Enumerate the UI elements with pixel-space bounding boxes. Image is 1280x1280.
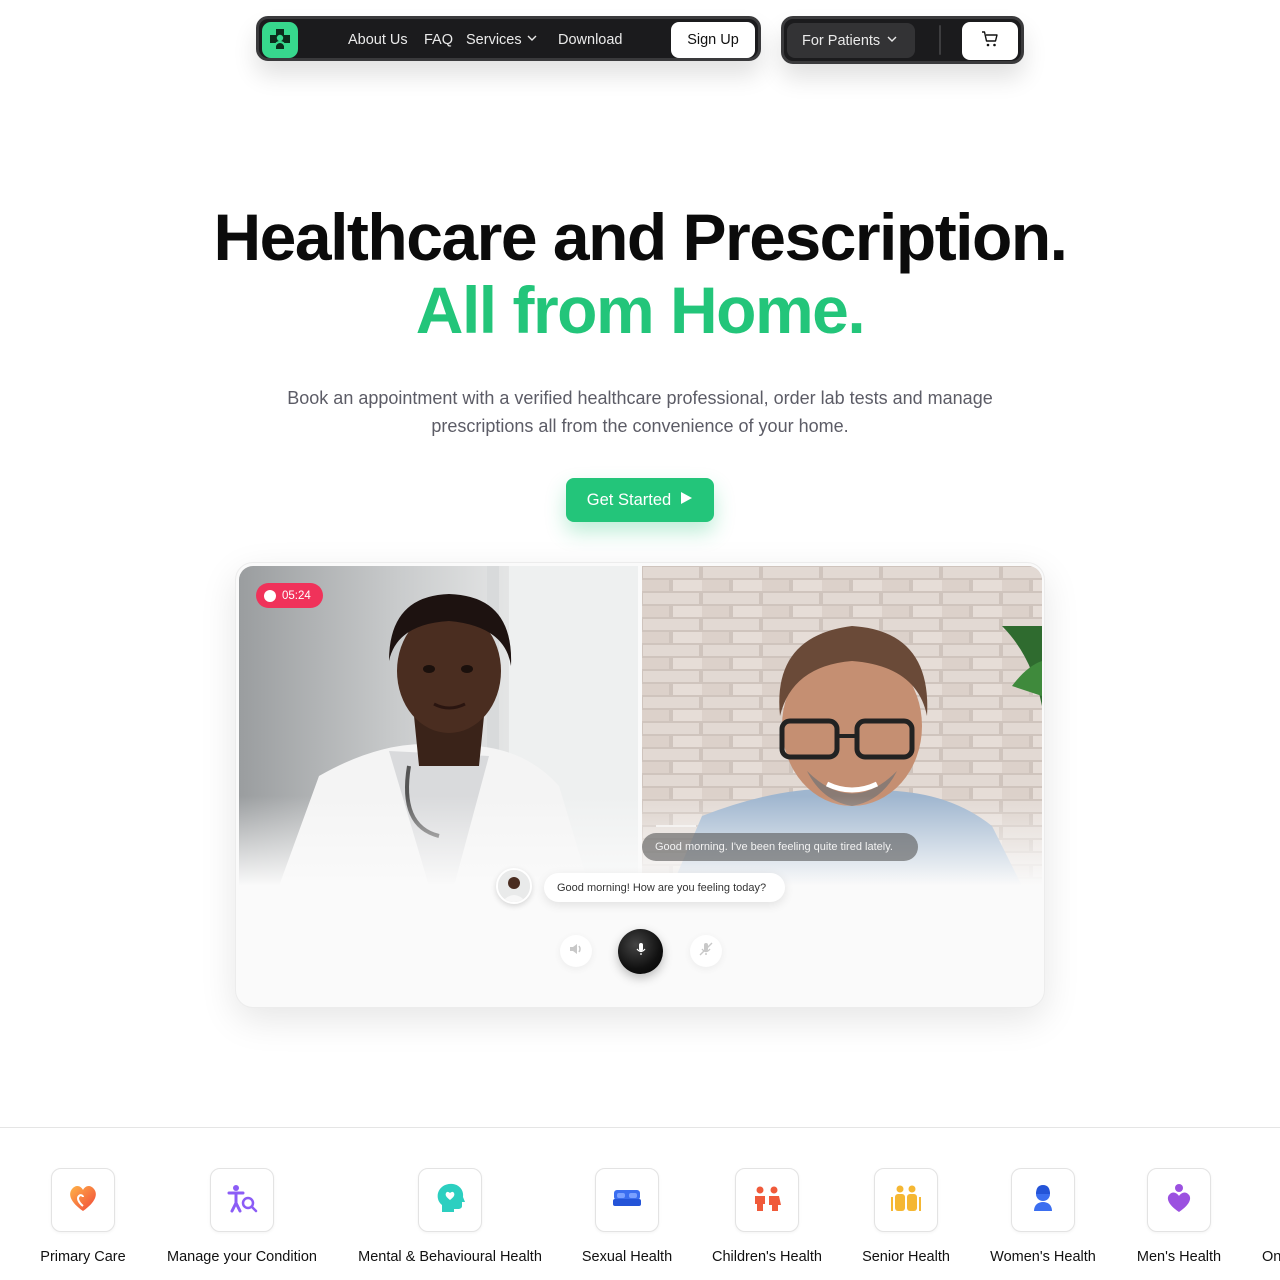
- service-label: Senior Health: [862, 1249, 950, 1265]
- bed-icon: [610, 1181, 644, 1220]
- cart-button[interactable]: [962, 22, 1018, 60]
- condition-search-icon: [225, 1181, 259, 1220]
- service-label: Mental & Behavioural Health: [358, 1249, 542, 1265]
- service-tile: [418, 1168, 482, 1232]
- children-icon: [750, 1181, 784, 1220]
- microphone-icon: [633, 941, 649, 962]
- cart-icon: [980, 29, 1000, 54]
- get-started-button[interactable]: Get Started: [566, 478, 714, 522]
- section-divider: [0, 1127, 1280, 1128]
- service-mens-health[interactable]: Men's Health: [1134, 1168, 1224, 1265]
- head-heart-icon: [433, 1181, 467, 1220]
- hero-title-accent: All from Home.: [415, 273, 866, 347]
- service-tile: [595, 1168, 659, 1232]
- service-senior-health[interactable]: Senior Health: [860, 1168, 952, 1265]
- service-tile: [51, 1168, 115, 1232]
- service-sexual-health[interactable]: Sexual Health: [580, 1168, 674, 1265]
- hero-subtitle: Book an appointment with a verified heal…: [287, 388, 993, 436]
- nav-link-services-label: Services: [466, 32, 522, 48]
- service-primary-care[interactable]: Primary Care: [40, 1168, 126, 1265]
- service-tile: [1011, 1168, 1075, 1232]
- service-womens-health[interactable]: Women's Health: [988, 1168, 1098, 1265]
- nav-link-services[interactable]: Services: [466, 32, 538, 48]
- service-tile: [874, 1168, 938, 1232]
- get-started-label: Get Started: [586, 490, 672, 509]
- play-icon: [679, 491, 693, 510]
- doctor-avatar: [496, 868, 532, 904]
- hero-title: Healthcare and Prescription.: [213, 200, 1068, 274]
- recording-timer: 05:24: [256, 583, 323, 608]
- timer-value: 05:24: [282, 589, 311, 602]
- chevron-down-icon: [526, 32, 538, 48]
- service-partial[interactable]: On: [1262, 1168, 1280, 1265]
- service-mental-health[interactable]: Mental & Behavioural Health: [356, 1168, 544, 1265]
- service-label: Women's Health: [990, 1249, 1096, 1265]
- nav-link-download[interactable]: Download: [558, 32, 623, 48]
- man-heart-icon: [1162, 1181, 1196, 1220]
- doctor-video-feed: [239, 566, 638, 886]
- secondary-navbar: For Patients: [781, 16, 1024, 64]
- chevron-down-icon: [886, 33, 898, 49]
- nav-divider: [939, 25, 941, 55]
- video-call-preview: 05:24 Good morning. I've been feeling qu…: [235, 562, 1045, 1008]
- caption-indicator: [656, 825, 696, 827]
- service-tile: [210, 1168, 274, 1232]
- service-label: Manage your Condition: [167, 1249, 317, 1265]
- doctor-message-bubble: Good morning! How are you feeling today?: [544, 873, 785, 902]
- main-navbar: About Us FAQ Services Download Sign Up: [256, 16, 761, 61]
- service-label: On: [1262, 1249, 1280, 1265]
- audience-dropdown[interactable]: For Patients: [787, 23, 915, 58]
- speaker-icon: [567, 940, 585, 963]
- mic-off-icon: [697, 940, 715, 963]
- service-label: Men's Health: [1136, 1249, 1222, 1265]
- speaker-button[interactable]: [560, 935, 592, 967]
- service-label: Primary Care: [40, 1249, 126, 1265]
- seniors-icon: [889, 1181, 923, 1220]
- service-label: Children's Health: [712, 1249, 822, 1265]
- service-manage-condition[interactable]: Manage your Condition: [164, 1168, 320, 1265]
- woman-icon: [1026, 1181, 1060, 1220]
- nav-link-about[interactable]: About Us: [348, 32, 408, 48]
- service-childrens-health[interactable]: Children's Health: [710, 1168, 824, 1265]
- record-dot-icon: [264, 589, 276, 602]
- service-label: Sexual Health: [581, 1249, 673, 1265]
- signup-button[interactable]: Sign Up: [671, 22, 755, 58]
- microphone-button[interactable]: [618, 929, 663, 974]
- service-tile: [1147, 1168, 1211, 1232]
- nav-link-faq[interactable]: FAQ: [424, 32, 453, 48]
- audience-dropdown-label: For Patients: [802, 32, 881, 49]
- patient-message-bubble: Good morning. I've been feeling quite ti…: [642, 833, 918, 861]
- logo-icon[interactable]: [262, 22, 298, 58]
- service-tile: [735, 1168, 799, 1232]
- mute-button[interactable]: [690, 935, 722, 967]
- heart-icon: [66, 1181, 100, 1220]
